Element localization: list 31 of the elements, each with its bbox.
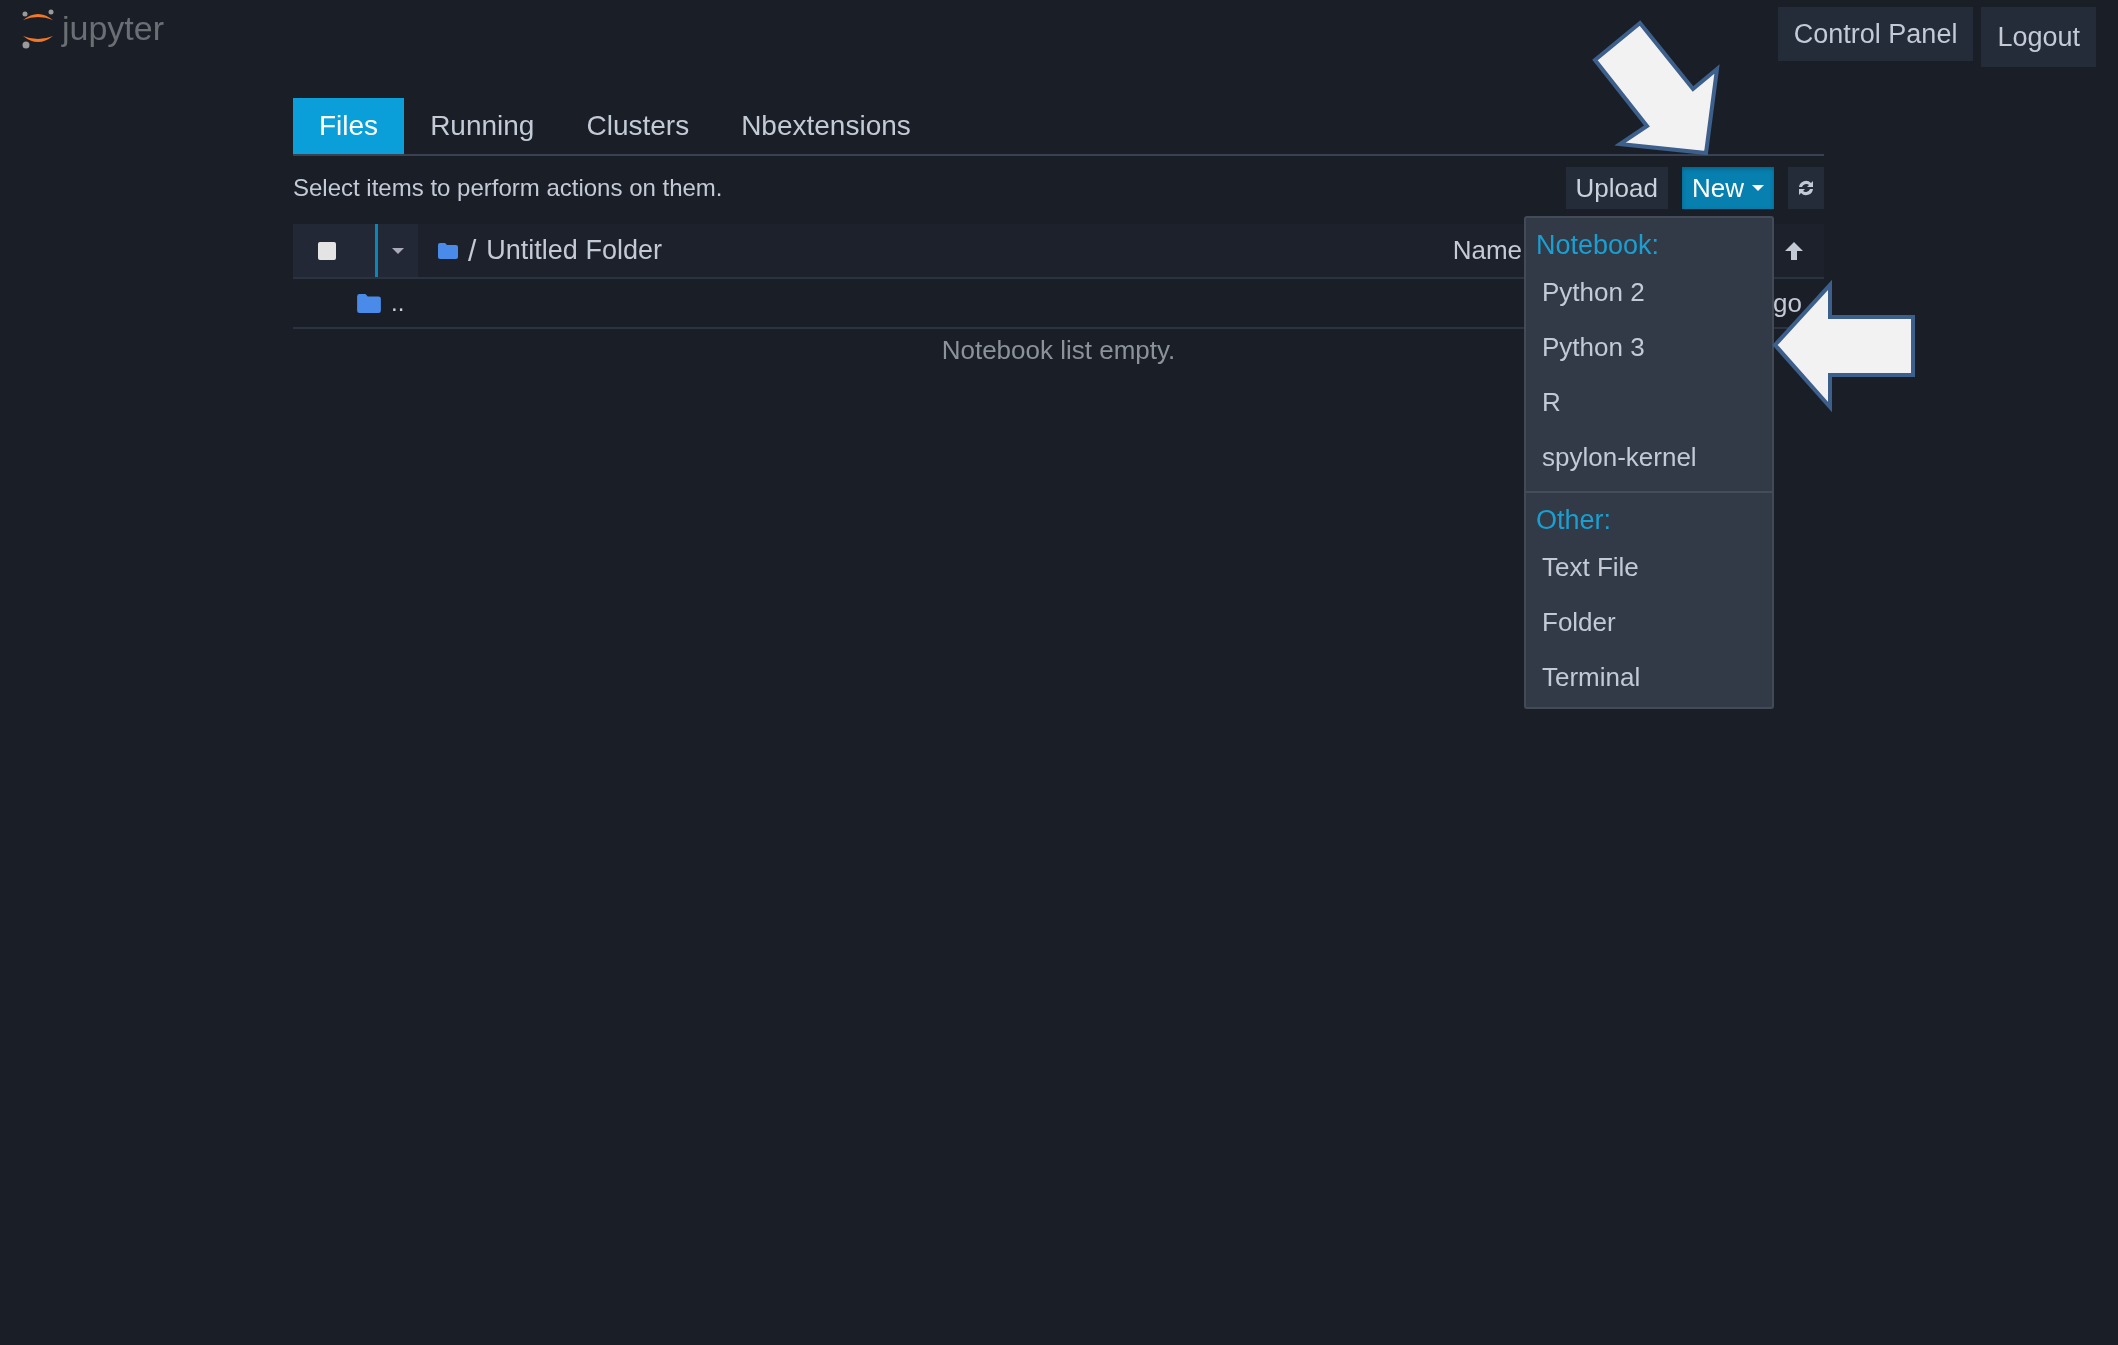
tab[interactable]: Nbextensions bbox=[715, 98, 937, 154]
tab[interactable]: Running bbox=[404, 98, 561, 154]
folder-icon bbox=[438, 242, 458, 259]
menu-item[interactable]: Python 2 bbox=[1526, 265, 1772, 320]
logo-text: jupyter bbox=[62, 8, 165, 48]
tab[interactable]: Clusters bbox=[560, 98, 716, 154]
select-all-checkbox[interactable] bbox=[318, 241, 336, 260]
parent-folder-link[interactable]: .. bbox=[391, 289, 405, 317]
menu-item[interactable]: spylon-kernel bbox=[1526, 430, 1772, 485]
upload-button[interactable]: Upload bbox=[1565, 167, 1668, 209]
menu-section-heading: Notebook: bbox=[1535, 229, 1661, 262]
modified-time: go bbox=[1773, 287, 1803, 319]
menu-section-heading: Other: bbox=[1535, 504, 1613, 537]
folder-icon bbox=[357, 293, 381, 313]
empty-list-message: Notebook list empty. bbox=[941, 335, 1176, 365]
new-button[interactable]: New bbox=[1682, 167, 1774, 209]
control-panel-button[interactable]: Control Panel bbox=[1777, 7, 1974, 61]
refresh-icon bbox=[1797, 179, 1815, 197]
up-arrow-icon[interactable] bbox=[1784, 240, 1804, 261]
menu-item[interactable]: Terminal bbox=[1526, 650, 1772, 705]
instruction-text: Select items to perform actions on them. bbox=[293, 174, 723, 202]
menu-item[interactable]: R bbox=[1526, 375, 1772, 430]
sort-column-header[interactable]: Name bbox=[1452, 235, 1522, 266]
logout-button[interactable]: Logout bbox=[1981, 7, 2096, 67]
caret-icon[interactable] bbox=[392, 247, 404, 254]
refresh-button[interactable] bbox=[1788, 167, 1824, 209]
folder-name[interactable]: Untitled Folder bbox=[486, 235, 662, 266]
menu-item[interactable]: Folder bbox=[1526, 595, 1772, 650]
menu-item[interactable]: Python 3 bbox=[1526, 320, 1772, 375]
menu-item[interactable]: Text File bbox=[1526, 540, 1772, 595]
path-separator: / bbox=[468, 233, 477, 268]
